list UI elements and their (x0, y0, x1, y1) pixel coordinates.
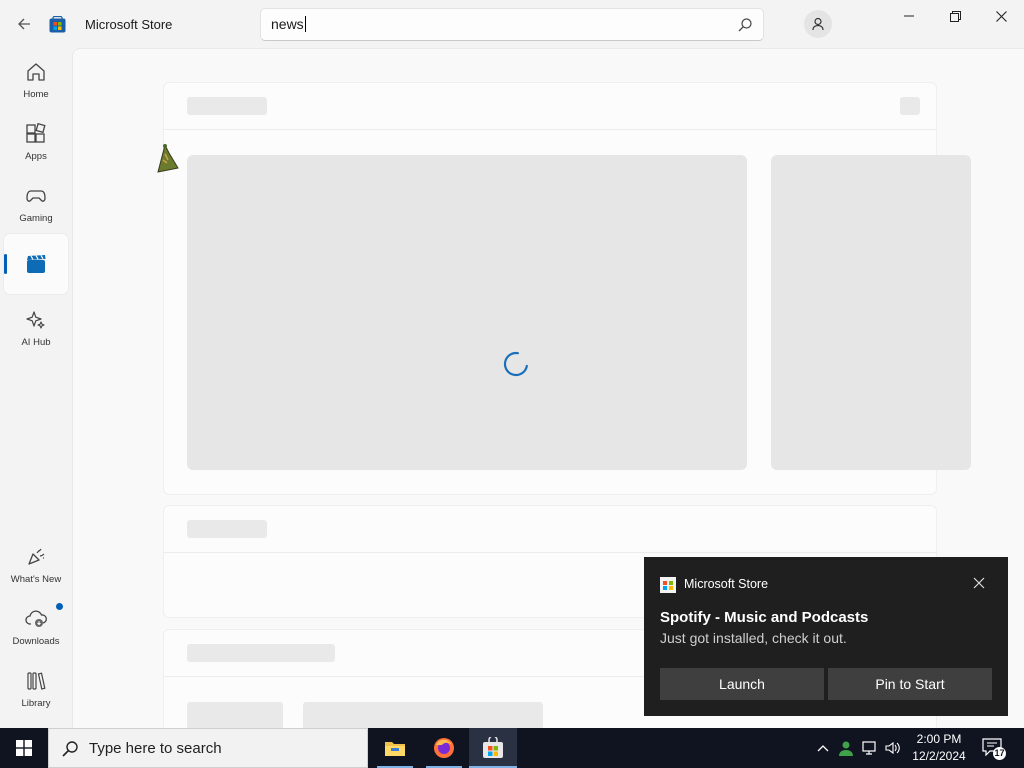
nav-item-whats-new[interactable]: What's New (4, 537, 68, 597)
search-icon (62, 741, 78, 757)
movies-tv-icon (27, 255, 46, 273)
mouse-cursor-icon (157, 143, 179, 173)
taskbar: Type here to search 2:00 PM 12/2/2024 17 (0, 728, 1024, 768)
minimize-button[interactable] (886, 0, 932, 32)
tray-volume[interactable] (885, 740, 901, 756)
action-center-button[interactable]: 17 (982, 738, 1006, 760)
store-logo-icon (49, 16, 66, 33)
active-indicator (4, 254, 7, 274)
app-title: Microsoft Store (85, 17, 173, 32)
card-divider (164, 129, 936, 130)
tray-network[interactable] (862, 740, 878, 756)
hero-placeholder (187, 155, 747, 470)
nav-item-ai-hub[interactable]: AI Hub (4, 300, 68, 360)
nav-item-apps[interactable]: Apps (4, 114, 68, 174)
toast-close-icon[interactable] (972, 576, 986, 590)
back-arrow-icon (18, 18, 30, 30)
whats-new-icon (28, 548, 45, 565)
card-divider (164, 552, 936, 553)
network-icon (862, 741, 876, 755)
file-explorer-icon (385, 742, 405, 756)
notification-count-badge: 17 (993, 747, 1006, 760)
clock-time: 2:00 PM (916, 732, 962, 746)
nav-label-apps: Apps (25, 151, 47, 162)
store-app-icon (660, 577, 676, 593)
skeleton-title (187, 97, 267, 115)
restore-icon (949, 10, 961, 22)
library-icon (27, 672, 46, 690)
volume-icon (885, 741, 900, 755)
skeleton-tile (303, 702, 543, 728)
windows-logo-icon (16, 740, 32, 756)
home-icon (27, 63, 45, 81)
nav-label-library: Library (21, 698, 51, 709)
store-icon (483, 737, 503, 758)
loading-spinner-icon (503, 351, 528, 377)
taskbar-microsoft-store[interactable] (469, 728, 517, 768)
gaming-icon (26, 190, 46, 202)
taskbar-firefox[interactable] (420, 728, 468, 768)
nav-item-gaming[interactable]: Gaming (4, 176, 68, 236)
minimize-icon (904, 15, 914, 17)
close-icon (995, 10, 1007, 22)
title-bar: Microsoft Store news (0, 0, 1024, 48)
toast-notification[interactable]: Microsoft Store Spotify - Music and Podc… (644, 557, 1008, 716)
toast-title: Spotify - Music and Podcasts (660, 609, 869, 626)
nav-item-library[interactable]: Library (4, 661, 68, 721)
skeleton-title (187, 520, 267, 538)
ai-hub-icon (26, 311, 45, 329)
account-avatar-button[interactable] (804, 10, 832, 38)
toast-pin-to-start-button[interactable]: Pin to Start (828, 668, 992, 700)
search-input-value: news (271, 16, 304, 32)
loading-card-hero (163, 82, 971, 495)
toast-app-name: Microsoft Store (684, 577, 769, 591)
skeleton-title (187, 644, 335, 662)
clock-date: 12/2/2024 (912, 749, 966, 763)
taskbar-search-placeholder: Type here to search (89, 740, 222, 757)
user-status-icon (839, 741, 853, 756)
nav-label-home: Home (23, 89, 49, 100)
skeleton-tile (187, 702, 283, 728)
nav-item-home[interactable]: Home (4, 52, 68, 112)
taskbar-file-explorer[interactable] (371, 728, 419, 768)
downloads-icon (25, 610, 47, 627)
restore-button[interactable] (932, 0, 978, 32)
search-box[interactable]: news (260, 8, 764, 41)
nav-item-downloads[interactable]: Downloads (4, 599, 68, 659)
chevron-up-icon (817, 745, 829, 752)
skeleton-button (900, 97, 920, 115)
nav-label-gaming: Gaming (19, 213, 53, 224)
nav-label-whats-new: What's New (10, 574, 62, 585)
search-input[interactable]: news (271, 9, 721, 40)
start-button[interactable] (0, 728, 48, 768)
toast-body: Just got installed, check it out. (660, 630, 847, 646)
text-caret (304, 16, 306, 32)
person-icon (812, 17, 824, 31)
firefox-icon (434, 738, 454, 758)
back-button[interactable] (12, 12, 36, 36)
nav-label-downloads: Downloads (12, 636, 60, 647)
taskbar-search-box[interactable]: Type here to search (48, 728, 368, 768)
close-button[interactable] (978, 0, 1024, 32)
toast-launch-button[interactable]: Launch (660, 668, 824, 700)
hero-placeholder-secondary (771, 155, 971, 470)
tray-user-status[interactable] (838, 740, 854, 756)
downloads-badge-dot (56, 603, 63, 610)
search-icon[interactable] (737, 17, 753, 33)
taskbar-clock[interactable]: 2:00 PM 12/2/2024 (906, 731, 972, 765)
apps-icon (26, 123, 46, 143)
nav-item-movies-tv[interactable] (4, 234, 68, 294)
nav-label-ai-hub: AI Hub (21, 337, 51, 348)
show-hidden-icons-button[interactable] (815, 740, 831, 756)
